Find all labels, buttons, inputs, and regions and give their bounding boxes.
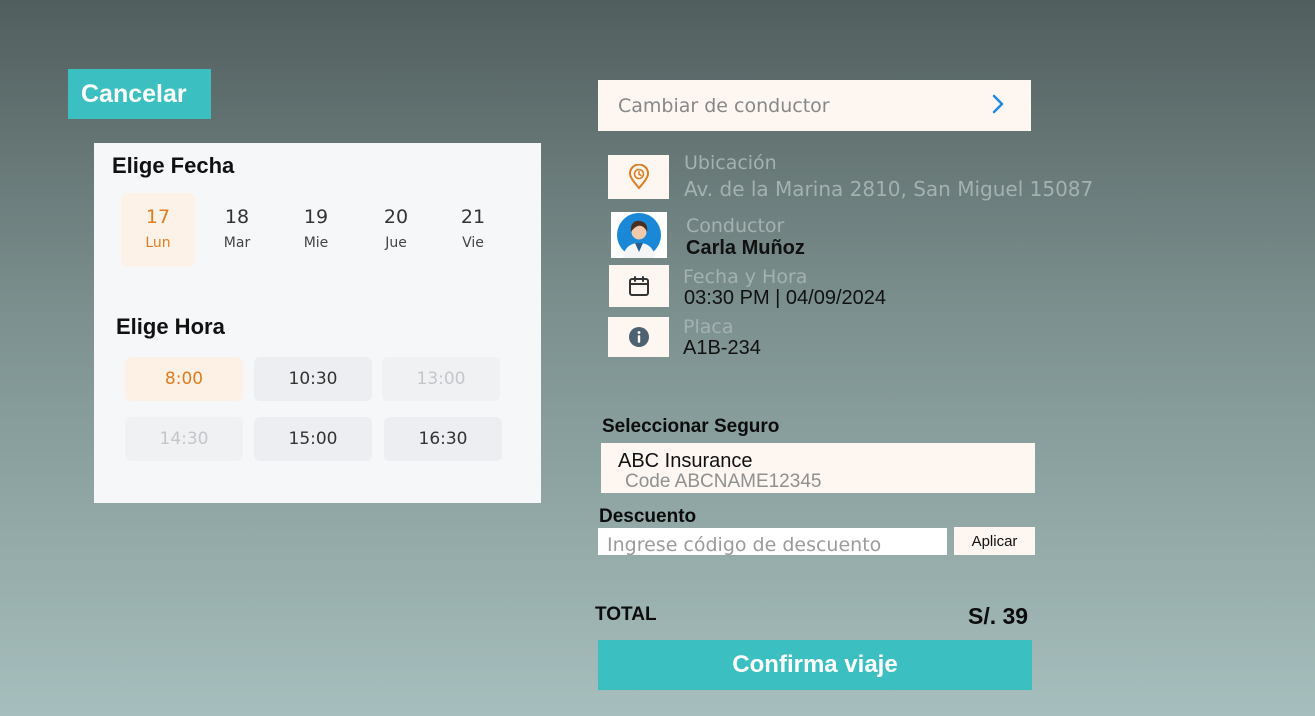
time-slot[interactable]: 10:30 [254,357,372,401]
location-icon-box [608,155,669,199]
day-number: 20 [383,206,409,228]
day-option[interactable]: 18 Mar [200,193,274,267]
day-name: Vie [462,235,484,251]
day-option[interactable]: 20 Jue [359,193,433,267]
day-option[interactable]: 21 Vie [436,193,510,267]
info-icon [628,327,649,347]
location-value: Av. de la Marina 2810, San Miguel 15087 [684,177,1094,201]
schedule-panel: Elige Fecha 17 Lun 18 Mar 19 Mie 20 Jue … [94,143,541,503]
time-slot-disabled: 14:30 [125,417,243,461]
driver-label: Conductor [686,215,785,237]
location-label: Ubicación [684,152,777,174]
time-slot-disabled: 13:00 [382,357,500,401]
insurance-name: ABC Insurance [618,450,753,472]
day-option[interactable]: 19 Mie [279,193,353,267]
calendar-icon [629,276,649,296]
datetime-label: Fecha y Hora [683,266,808,288]
location-clock-icon [628,164,649,190]
day-number: 19 [303,206,329,228]
total-label: TOTAL [595,604,657,625]
driver-avatar [611,212,667,258]
discount-code-input[interactable] [598,528,947,555]
date-section-title: Elige Fecha [112,153,235,178]
day-name: Jue [385,235,407,251]
time-slot[interactable]: 16:30 [384,417,502,461]
insurance-title: Seleccionar Seguro [602,416,780,437]
change-driver-label: Cambiar de conductor [618,94,830,117]
day-number: 18 [224,206,250,228]
total-value: S/. 39 [968,603,1029,629]
plate-icon-box [608,317,669,357]
time-section-title: Elige Hora [116,314,225,339]
plate-value: A1B-234 [683,337,761,359]
day-name: Lun [145,235,171,251]
driver-name: Carla Muñoz [686,237,805,259]
day-number: 21 [460,206,486,228]
chevron-right-icon [992,94,1004,114]
discount-title: Descuento [599,506,697,527]
time-slot[interactable]: 15:00 [254,417,372,461]
day-option[interactable]: 17 Lun [121,193,195,267]
calendar-icon-box [609,265,669,307]
confirm-trip-button[interactable]: Confirma viaje [598,640,1032,690]
plate-label: Placa [683,316,734,338]
datetime-value: 03:30 PM | 04/09/2024 [684,287,887,309]
cancel-button[interactable]: Cancelar [68,69,211,119]
day-number: 17 [145,206,171,228]
change-driver-button[interactable]: Cambiar de conductor [598,80,1031,131]
day-name: Mar [223,235,251,251]
time-slot[interactable]: 8:00 [125,357,243,401]
insurance-selector[interactable]: ABC Insurance Code ABCNAME12345 [601,443,1035,493]
insurance-code: Code ABCNAME12345 [625,471,822,492]
day-name: Mie [303,235,329,251]
apply-discount-button[interactable]: Aplicar [954,527,1035,555]
